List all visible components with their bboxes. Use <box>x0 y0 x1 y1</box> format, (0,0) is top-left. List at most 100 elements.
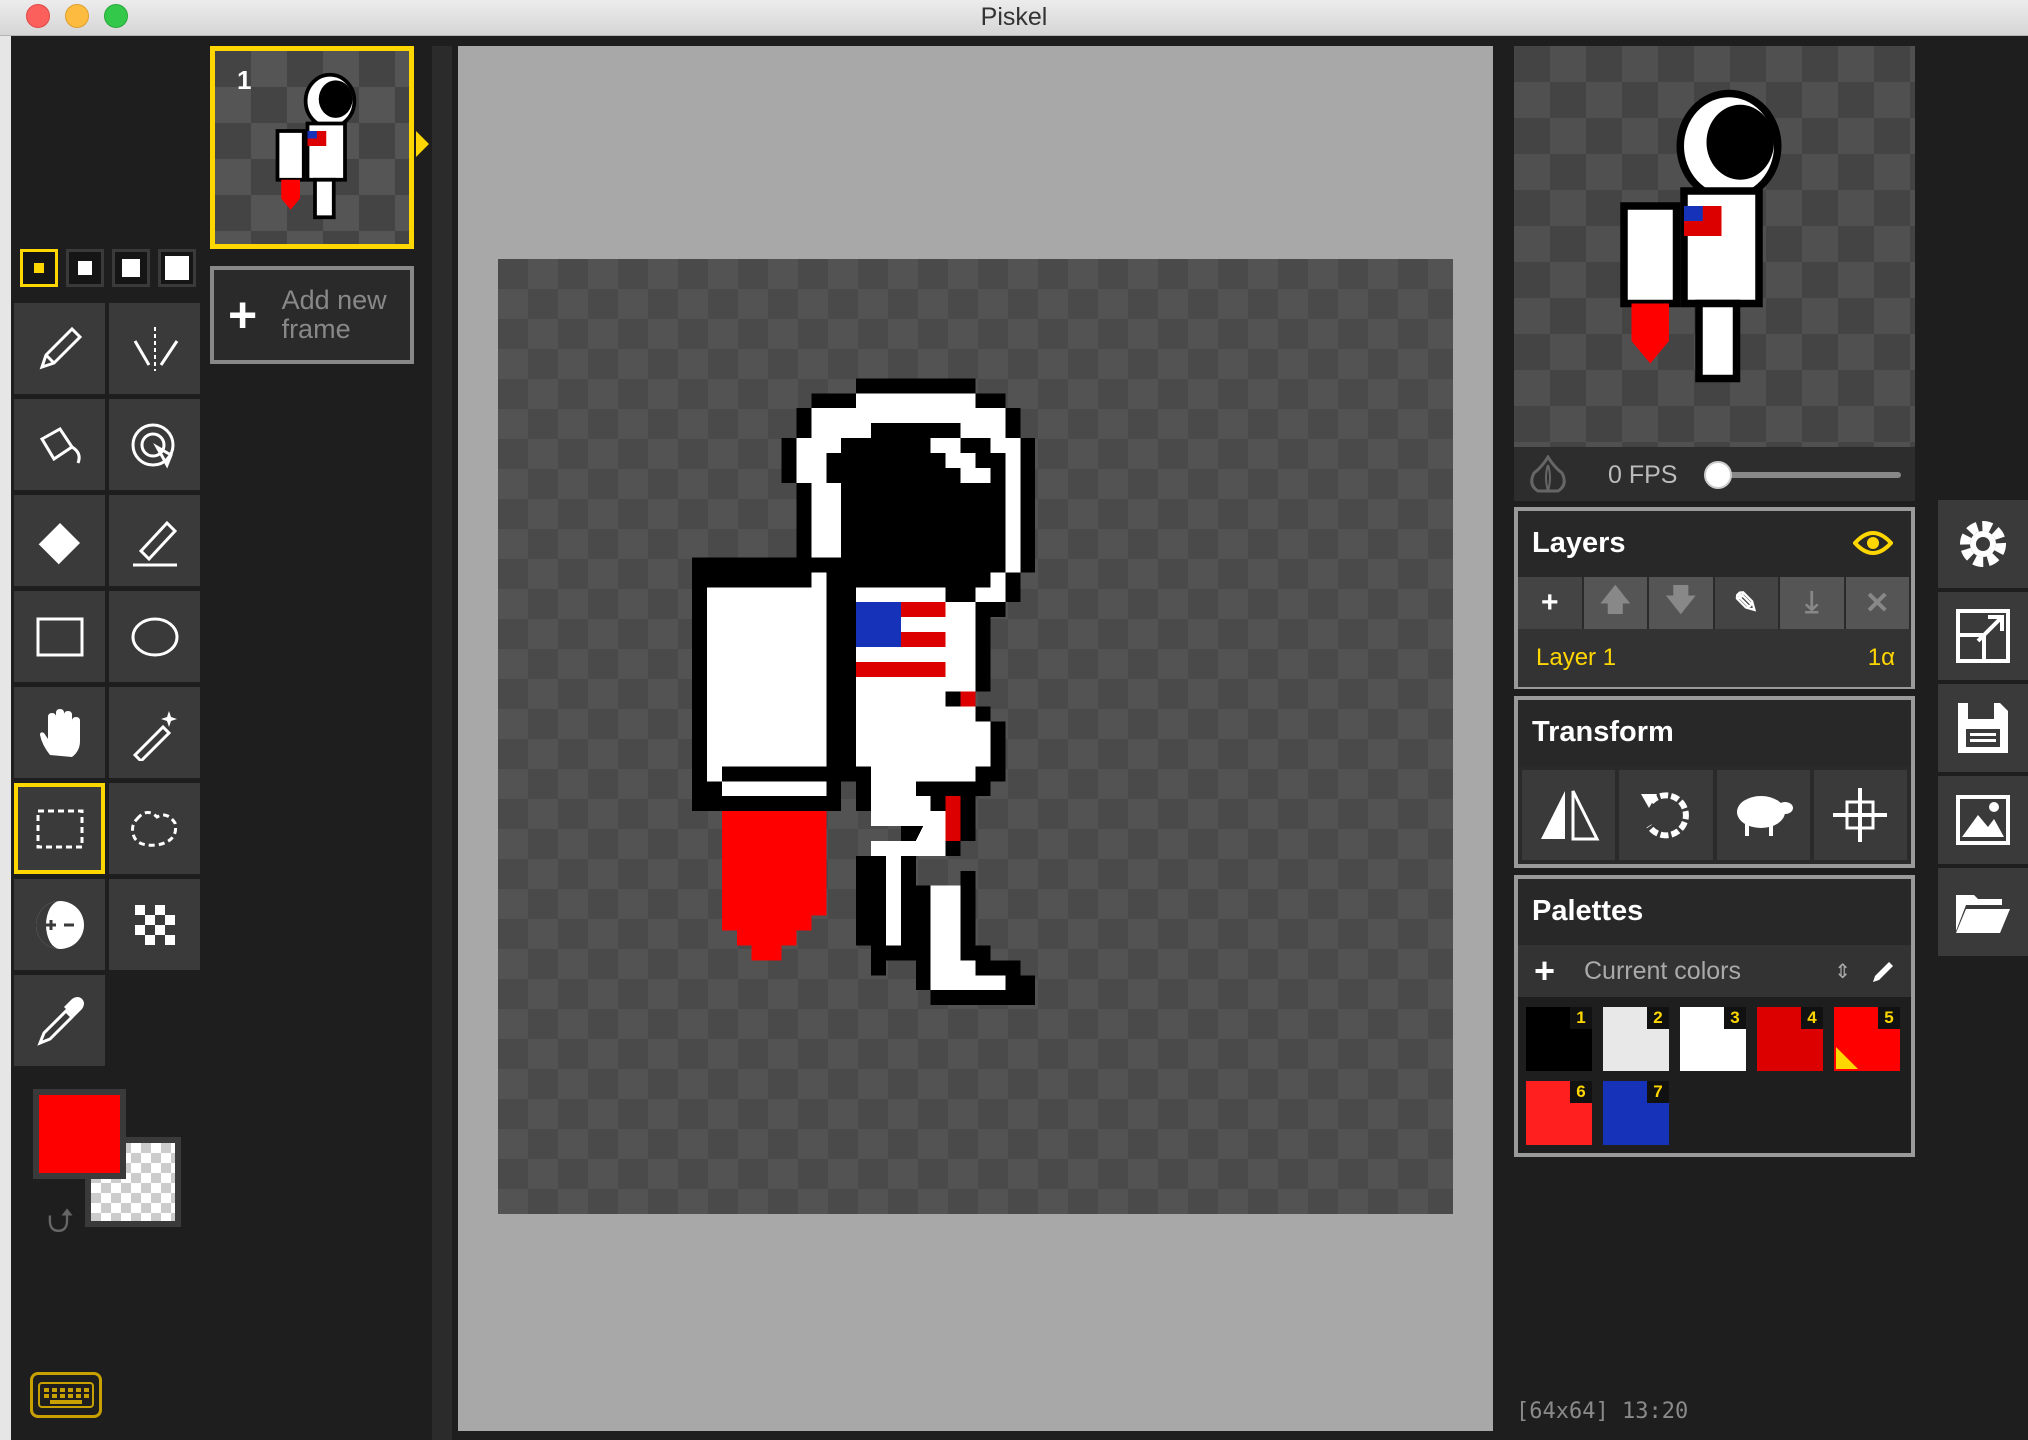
frame-tile[interactable]: 1 <box>210 46 429 249</box>
clone-button[interactable] <box>1716 770 1810 860</box>
primary-color-swatch[interactable] <box>33 1089 126 1179</box>
eraser-icon <box>36 522 80 566</box>
preview-sprite <box>1620 89 1782 383</box>
palettes-panel: Palettes + Current colors ⇕ 1 2 3 4 5 6 7 <box>1514 875 1915 1157</box>
frames-panel: 1 + Add new frame <box>210 36 430 1440</box>
palette-color-swatch[interactable]: 5 <box>1834 1007 1900 1071</box>
paint-all-same-color-tool[interactable] <box>109 399 200 490</box>
color-picker-tool[interactable] <box>14 975 105 1066</box>
center-button[interactable] <box>1813 770 1907 860</box>
merge-layer-button[interactable]: ⤓ <box>1780 577 1846 629</box>
swap-colors-icon[interactable]: ⮍ <box>47 1197 74 1254</box>
vertical-mirror-pen-tool[interactable] <box>109 303 200 394</box>
fps-slider-handle[interactable] <box>1704 461 1732 489</box>
swatch-index: 1 <box>1570 1007 1592 1029</box>
chevron-updown-icon: ⇕ <box>1834 960 1851 983</box>
onion-skin-icon[interactable] <box>1528 455 1568 493</box>
astronaut-sprite <box>691 378 1036 1006</box>
plus-icon: + <box>228 287 258 343</box>
rectangle-icon <box>36 617 83 656</box>
color-selector: ⮍ <box>33 1089 193 1240</box>
layer-item[interactable]: Layer 1 1α <box>1518 629 1911 687</box>
palette-color-swatch[interactable]: 3 <box>1680 1007 1746 1071</box>
paint-bucket-tool[interactable] <box>14 399 105 490</box>
move-layer-down-button[interactable]: 🡇 <box>1649 577 1715 629</box>
layer-name: Layer 1 <box>1536 644 1617 671</box>
add-new-frame-button[interactable]: + Add new frame <box>210 266 414 364</box>
frames-scrollbar[interactable] <box>432 46 452 1440</box>
palette-color-swatch[interactable]: 1 <box>1526 1007 1592 1071</box>
flip-button[interactable] <box>1522 770 1616 860</box>
rotate-button[interactable] <box>1619 770 1713 860</box>
move-tool[interactable] <box>14 687 105 778</box>
transform-title: Transform <box>1518 700 1911 766</box>
shape-selection-tool[interactable] <box>109 687 200 778</box>
pen-tool[interactable] <box>14 303 105 394</box>
palette-swatches: 1 2 3 4 5 6 7 <box>1518 997 1911 1147</box>
floppy-disk-icon <box>1958 703 2008 753</box>
flip-icon <box>1540 790 1600 841</box>
checker-icon <box>134 904 175 945</box>
pen-size-1[interactable] <box>20 249 58 287</box>
pen-size-3[interactable] <box>112 249 150 287</box>
swatch-index: 2 <box>1647 1007 1669 1029</box>
circle-tool[interactable] <box>109 591 200 682</box>
edit-palette-icon[interactable] <box>1871 958 1897 984</box>
eyedropper-icon <box>36 996 84 1046</box>
keyboard-icon <box>38 1382 94 1408</box>
drawing-canvas[interactable] <box>498 259 1453 1214</box>
title-bar: Piskel <box>0 0 2028 36</box>
palette-color-swatch[interactable]: 7 <box>1603 1081 1669 1145</box>
frame-number: 1 <box>237 65 252 95</box>
rectangle-tool[interactable] <box>14 591 105 682</box>
stroke-pen-icon <box>132 520 177 566</box>
layers-title: Layers <box>1518 511 1911 577</box>
palette-color-swatch[interactable]: 6 <box>1526 1081 1592 1145</box>
move-layer-up-button[interactable]: 🡅 <box>1583 577 1649 629</box>
add-layer-button[interactable]: + <box>1518 577 1584 629</box>
align-center-icon <box>1833 788 1888 842</box>
keyboard-shortcuts-button[interactable] <box>30 1372 102 1418</box>
palette-color-swatch[interactable]: 4 <box>1757 1007 1823 1071</box>
pen-size-2[interactable] <box>66 249 104 287</box>
export-button[interactable] <box>1938 776 2028 864</box>
layer-opacity[interactable]: 1α <box>1868 644 1895 672</box>
status-info: [64x64] 13:20 <box>1516 1399 1689 1424</box>
swatch-index: 5 <box>1878 1007 1900 1029</box>
lasso-icon <box>130 810 177 847</box>
swatch-index: 7 <box>1647 1081 1669 1103</box>
drawing-stage[interactable] <box>458 46 1493 1431</box>
window-title: Piskel <box>980 3 1048 31</box>
edit-layer-button[interactable]: ✎ <box>1715 577 1780 629</box>
save-button[interactable] <box>1938 684 2028 772</box>
lasso-select-tool[interactable] <box>109 783 200 874</box>
palette-select[interactable]: Current colors <box>1584 957 1834 986</box>
palette-toolbar: + Current colors ⇕ <box>1518 945 1911 997</box>
swatch-index: 3 <box>1724 1007 1746 1029</box>
eye-icon[interactable] <box>1853 529 1893 557</box>
target-bucket-icon <box>131 423 174 468</box>
palettes-title: Palettes <box>1518 879 1911 945</box>
swatch-index: 4 <box>1801 1007 1823 1029</box>
open-button[interactable] <box>1938 868 2028 956</box>
image-icon <box>1956 795 2010 845</box>
resize-button[interactable] <box>1938 592 2028 680</box>
active-frame-marker <box>416 131 429 157</box>
transform-panel: Transform <box>1514 696 1915 868</box>
delete-layer-button[interactable]: ✕ <box>1845 577 1911 629</box>
pen-size-selector <box>20 249 196 293</box>
eraser-tool[interactable] <box>14 495 105 586</box>
lighten-darken-tool[interactable] <box>14 879 105 970</box>
mirror-pen-icon <box>133 326 178 371</box>
animation-preview[interactable] <box>1514 46 1915 447</box>
stroke-tool[interactable] <box>109 495 200 586</box>
dithering-tool[interactable] <box>109 879 200 970</box>
frame-thumbnail <box>275 72 357 220</box>
pen-size-4[interactable] <box>158 249 196 287</box>
add-frame-label: Add new frame <box>281 285 387 344</box>
add-palette-button[interactable]: + <box>1534 950 1574 992</box>
settings-button[interactable] <box>1938 500 2028 588</box>
rectangle-select-tool[interactable] <box>14 783 105 874</box>
palette-color-swatch[interactable]: 2 <box>1603 1007 1669 1071</box>
fps-slider-track[interactable] <box>1714 472 1901 478</box>
